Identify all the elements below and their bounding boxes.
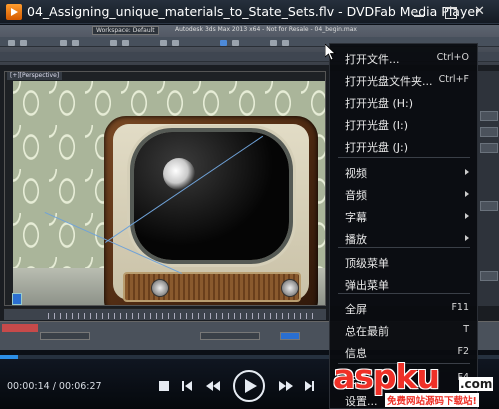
viewport-label: [+][Perspective] [7,72,63,80]
close-icon[interactable] [470,3,490,21]
menu-item[interactable]: 顶级菜单 [330,251,477,273]
elapsed-time: 00:00:14 [7,381,50,392]
minimize-icon[interactable] [409,3,429,21]
menu-item[interactable]: 打开光盘 (J:) [330,135,477,157]
video-max-caption: Autodesk 3ds Max 2013 x64 - Not for Resa… [175,26,357,33]
menu-item[interactable]: 打开光盘 (H:) [330,91,477,113]
menu-item[interactable]: 视频 [330,161,477,183]
menu-item-label: 弹出菜单 [345,279,389,292]
title-bar[interactable]: 04_Assigning_unique_materials_to_State_S… [0,0,499,24]
menu-item-shortcut: F2 [457,346,469,357]
submenu-arrow-icon [465,191,469,197]
watermark-logo: aspku [333,357,440,396]
maximize-icon[interactable] [440,3,460,21]
video-viewport: [+][Perspective] [4,71,326,306]
menu-item[interactable]: 全屏 F11 [330,297,477,319]
menu-separator [338,157,470,158]
time-separator: / [49,381,59,392]
menu-item[interactable]: 播放 [330,227,477,249]
menu-item-label: 字幕 [345,211,367,224]
menu-item-shortcut: F11 [451,302,469,313]
menu-separator [338,293,470,294]
menu-item[interactable]: 打开文件... Ctrl+O [330,47,477,69]
menu-item-label: 顶级菜单 [345,257,389,270]
previous-icon[interactable] [178,377,200,395]
play-icon[interactable] [233,370,265,402]
watermark: aspku .com 免费网站源码下载站! [333,357,499,409]
video-workspace-tab: Workspace: Default [92,26,159,35]
watermark-tagline: 免费网站源码下载站! [385,393,479,407]
dvdfab-player-icon[interactable] [6,4,22,20]
video-timeline-marker [12,293,22,305]
menu-item-label: 全屏 [345,303,367,316]
menu-item-label: 打开光盘 (J:) [345,141,409,154]
submenu-arrow-icon [465,213,469,219]
time-display: 00:00:14 / 00:06:27 [7,381,102,392]
stop-icon[interactable] [155,377,177,395]
menu-item[interactable]: 打开光盘 (I:) [330,113,477,135]
menu-item[interactable]: 音频 [330,183,477,205]
video-trackbar [4,308,326,320]
mouse-cursor-icon [325,44,337,61]
menu-item[interactable]: 打开光盘文件夹... Ctrl+F [330,69,477,91]
menu-item-label: 视频 [345,167,367,180]
menu-item-label: 打开光盘 (I:) [345,119,409,132]
menu-item[interactable]: 总在最前 T [330,319,477,341]
menu-item[interactable]: 弹出菜单 [330,273,477,295]
watermark-suffix: .com [459,377,494,391]
menu-item[interactable]: 字幕 [330,205,477,227]
menu-item-shortcut: Ctrl+F [438,74,469,85]
next-icon[interactable] [300,377,322,395]
menu-item-shortcut: T [463,324,469,335]
menu-item-label: 音频 [345,189,367,202]
menu-item-shortcut: Ctrl+O [436,52,469,63]
menu-item-label: 打开光盘文件夹... [345,75,433,88]
menu-item-label: 打开光盘 (H:) [345,97,414,110]
menu-item-label: 总在最前 [345,325,389,338]
rewind-icon[interactable] [203,377,225,395]
menu-item-label: 打开文件... [345,53,400,66]
menu-item-label: 播放 [345,233,367,246]
context-menu: 打开文件... Ctrl+O 打开光盘文件夹... Ctrl+F 打开光盘 (H:) 打开… [329,43,478,409]
fast-forward-icon[interactable] [275,377,297,395]
total-time: 00:06:27 [58,381,102,392]
submenu-arrow-icon [465,169,469,175]
submenu-arrow-icon [465,235,469,241]
menu-separator [338,247,470,248]
